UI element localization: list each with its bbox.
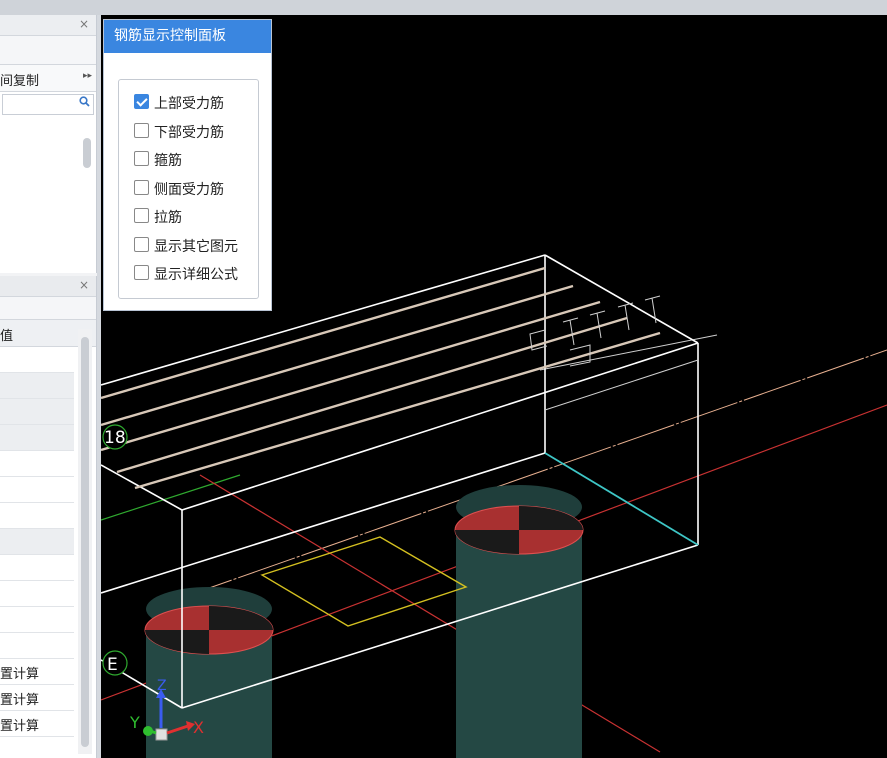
value-column-header: 值 <box>0 329 14 344</box>
scrollbar-thumb[interactable] <box>83 138 91 168</box>
app-top-bar <box>0 0 887 16</box>
table-row[interactable] <box>0 451 74 477</box>
copy-menu-item[interactable]: 间复制 ▸▸ <box>0 65 96 92</box>
option-label: 侧面受力筋 <box>154 182 224 198</box>
panel-title: 钢筋显示控制面板 <box>104 20 271 53</box>
close-icon[interactable]: × <box>79 17 89 31</box>
option-label: 下部受力筋 <box>154 125 224 141</box>
axis-label-18: 18 <box>104 428 126 448</box>
component-list-panel: × 间复制 ▸▸ <box>0 15 97 273</box>
scrollbar-thumb[interactable] <box>81 337 89 747</box>
expand-arrow-icon[interactable]: ▸▸ <box>83 71 92 81</box>
checkbox[interactable] <box>134 208 149 223</box>
search-icon[interactable] <box>79 96 90 110</box>
option-label: 箍筋 <box>154 153 182 169</box>
scrollbar-track[interactable] <box>78 329 92 754</box>
table-row[interactable] <box>0 399 74 425</box>
left-sidebar: × 间复制 ▸▸ × 值 置计算 置计算 置计算 <box>0 15 97 758</box>
table-row[interactable] <box>0 607 74 633</box>
table-row[interactable] <box>0 477 74 503</box>
option-label: 显示详细公式 <box>154 267 238 283</box>
checkbox[interactable] <box>134 151 149 166</box>
checkbox[interactable] <box>134 123 149 138</box>
close-icon[interactable]: × <box>79 278 89 292</box>
table-row[interactable] <box>0 503 74 529</box>
option-label: 拉筋 <box>154 210 182 226</box>
copy-menu-label: 间复制 <box>0 74 40 89</box>
table-row[interactable]: 置计算 <box>0 685 74 711</box>
table-row[interactable]: 置计算 <box>0 711 74 737</box>
search-input[interactable] <box>2 94 94 115</box>
options-group: 上部受力筋 下部受力筋 箍筋 侧面受力筋 拉筋 显示其它图元 显示详细公式 <box>118 79 259 299</box>
table-row[interactable] <box>0 633 74 659</box>
property-panel: × 值 置计算 置计算 置计算 <box>0 276 97 758</box>
gizmo-z-label: Z <box>157 678 167 694</box>
table-row[interactable] <box>0 425 74 451</box>
checkbox[interactable] <box>134 237 149 252</box>
column-right[interactable] <box>456 529 582 758</box>
selection-plate[interactable] <box>260 536 468 627</box>
gizmo-x-label: X <box>193 718 204 737</box>
3d-annotation-text <box>529 295 661 367</box>
option-label: 显示其它图元 <box>154 239 238 255</box>
table-row[interactable] <box>0 581 74 607</box>
table-row[interactable] <box>0 555 74 581</box>
table-row[interactable] <box>0 373 74 399</box>
checkbox[interactable] <box>134 265 149 280</box>
panel-toolbar <box>0 297 96 320</box>
checkbox[interactable] <box>134 180 149 195</box>
checkbox[interactable] <box>134 94 149 109</box>
panel-header: × <box>0 15 96 36</box>
panel-toolbar <box>0 36 96 65</box>
gizmo-y-label: Y <box>129 713 140 732</box>
axis-label-e: E <box>107 655 118 675</box>
option-label: 上部受力筋 <box>154 96 224 112</box>
table-row[interactable] <box>0 347 74 373</box>
table-row[interactable] <box>0 529 74 555</box>
panel-header: × <box>0 276 96 297</box>
rebar-display-control-panel: 钢筋显示控制面板 上部受力筋 下部受力筋 箍筋 侧面受力筋 拉筋 显示其它图元 … <box>103 19 272 311</box>
table-row[interactable]: 置计算 <box>0 659 74 685</box>
